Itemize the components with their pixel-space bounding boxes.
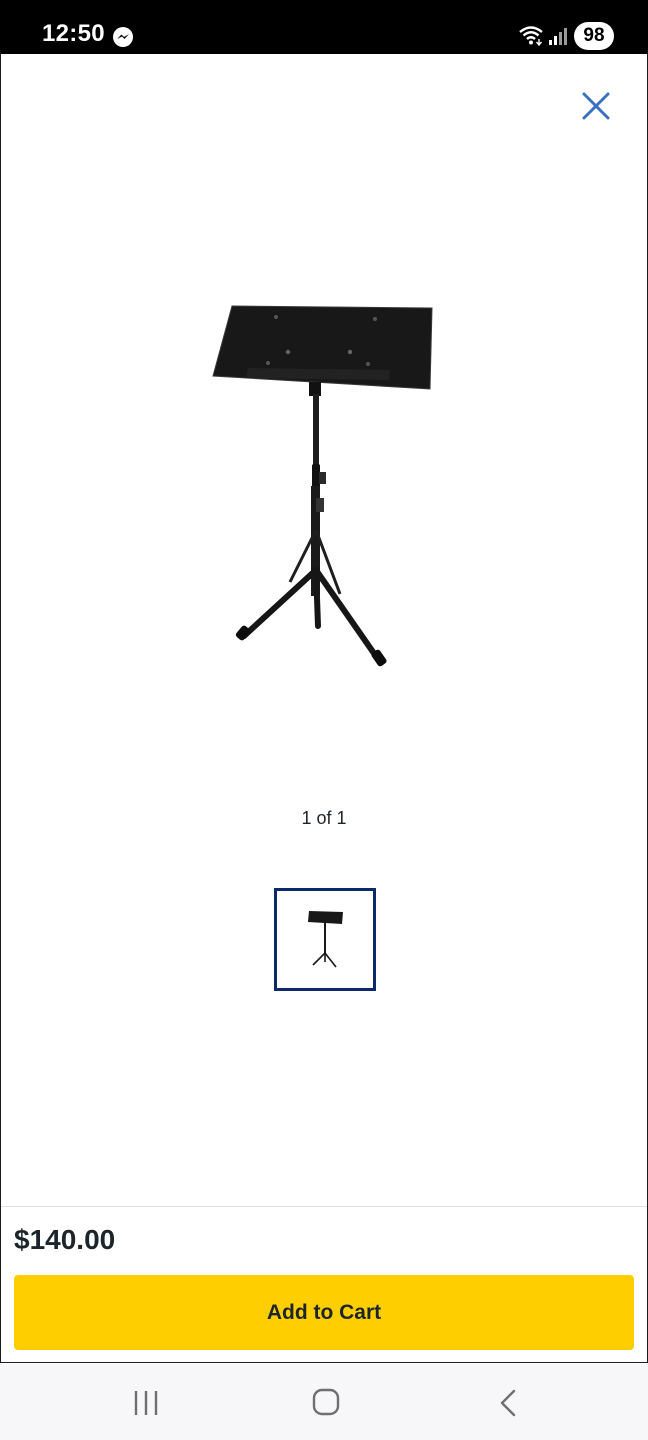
messenger-icon bbox=[113, 27, 133, 47]
back-icon[interactable] bbox=[494, 1388, 522, 1418]
footer-divider bbox=[1, 1206, 647, 1207]
status-bar: 12:50 98 bbox=[0, 0, 648, 54]
close-icon[interactable] bbox=[574, 84, 618, 128]
battery-level: 98 bbox=[574, 22, 614, 50]
system-nav-bar bbox=[0, 1364, 648, 1440]
recent-apps-icon[interactable] bbox=[128, 1388, 164, 1418]
home-icon[interactable] bbox=[310, 1386, 342, 1418]
image-counter: 1 of 1 bbox=[301, 808, 347, 828]
image-viewer bbox=[0, 54, 648, 1363]
thumbnail-1[interactable] bbox=[274, 888, 376, 991]
thumbnail-image bbox=[308, 911, 343, 968]
price: $140.00 bbox=[14, 1224, 116, 1255]
status-time: 12:50 bbox=[42, 20, 105, 47]
add-to-cart-button[interactable]: Add to Cart bbox=[14, 1275, 634, 1350]
product-image bbox=[212, 305, 433, 667]
wifi-icon bbox=[519, 26, 543, 46]
signal-icon bbox=[549, 28, 567, 45]
